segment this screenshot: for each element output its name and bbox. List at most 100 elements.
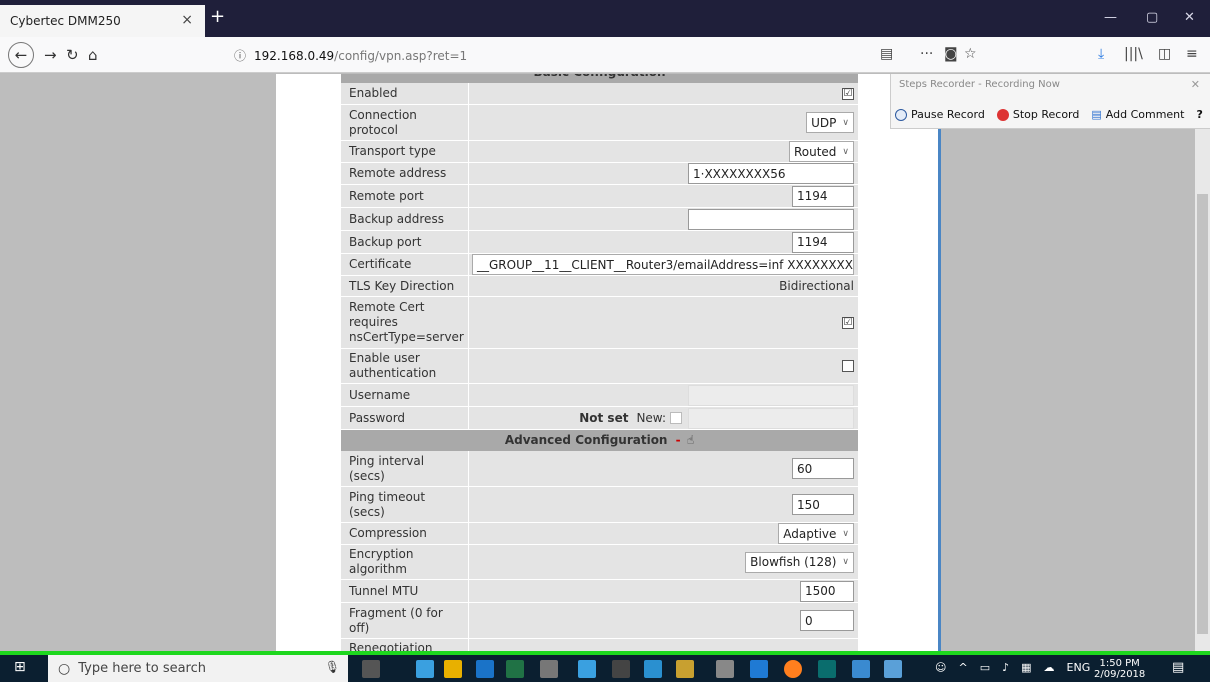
- steps-recorder-window: Steps Recorder - Recording Now ✕ Pause R…: [890, 74, 1210, 129]
- close-window-button[interactable]: ✕: [1184, 10, 1195, 25]
- row-password: Password Not set New:: [341, 407, 858, 430]
- address-bar[interactable]: ⓘ 192.168.0.49/config/vpn.asp?ret=1: [228, 42, 873, 69]
- remote-address-label: Remote address: [341, 163, 469, 184]
- calculator-icon[interactable]: [612, 660, 630, 678]
- chevron-down-icon: ∨: [842, 557, 849, 567]
- home-icon[interactable]: ⌂: [88, 46, 98, 64]
- backup-port-label: Backup port: [341, 231, 469, 253]
- windows-taskbar: ⊞ ○ Type here to search 🎙 ☺ ^ ▭ ♪ ▦ ☁ EN…: [0, 655, 1210, 682]
- sidebar-icon[interactable]: ◫: [1158, 46, 1171, 62]
- fragment-input[interactable]: 0: [800, 610, 854, 631]
- advanced-toggle[interactable]: -: [676, 433, 681, 447]
- new-tab-button[interactable]: +: [210, 6, 225, 27]
- people-icon[interactable]: ☺: [935, 661, 946, 674]
- transport-select[interactable]: Routed ∨: [788, 141, 854, 162]
- row-backup-address: Backup address: [341, 208, 858, 231]
- volume-icon[interactable]: ♪: [1002, 661, 1009, 674]
- system-clock[interactable]: 1:50 PM 2/09/2018: [1094, 658, 1145, 680]
- chevron-down-icon: ∨: [842, 528, 849, 539]
- user-auth-checkbox[interactable]: [842, 360, 854, 372]
- stop-record-button[interactable]: Stop Record: [996, 108, 1079, 121]
- menu-icon[interactable]: ≡: [1186, 46, 1198, 62]
- language-indicator[interactable]: ENG: [1067, 661, 1091, 674]
- row-remote-cert: Remote Cert requires nsCertType=server ☑: [341, 297, 858, 349]
- info-icon[interactable]: ⓘ: [234, 47, 246, 64]
- forward-icon[interactable]: →: [44, 46, 57, 64]
- add-comment-button[interactable]: ▤ Add Comment: [1091, 108, 1184, 121]
- compression-label: Compression: [341, 523, 469, 544]
- protocol-select[interactable]: UDP ∨: [806, 112, 854, 133]
- skype-icon[interactable]: [578, 660, 596, 678]
- app-icon[interactable]: [644, 660, 662, 678]
- clock-time: 1:50 PM: [1099, 658, 1140, 669]
- ping-interval-input[interactable]: 60: [792, 458, 854, 479]
- fragment-label: Fragment (0 for off): [341, 603, 469, 638]
- steps-recorder-title: Steps Recorder - Recording Now: [899, 79, 1060, 90]
- enabled-checkbox[interactable]: ☑: [842, 87, 854, 100]
- windows-start-icon[interactable]: ⊞: [14, 659, 26, 675]
- onedrive-icon[interactable]: ☁: [1044, 661, 1055, 674]
- app-icon[interactable]: [676, 660, 694, 678]
- chevron-up-icon[interactable]: ^: [958, 661, 967, 674]
- url-host: 192.168.0.49: [254, 48, 335, 63]
- row-remote-port: Remote port 1194: [341, 185, 858, 208]
- steps-close-icon[interactable]: ✕: [1191, 78, 1200, 91]
- mtu-input[interactable]: 1500: [800, 580, 854, 602]
- page-actions-icon[interactable]: ···: [920, 46, 933, 62]
- download-icon[interactable]: ⤓: [1098, 46, 1104, 62]
- stop-icon: [996, 108, 1009, 121]
- file-explorer-icon[interactable]: [444, 660, 462, 678]
- maximize-button[interactable]: ▢: [1146, 10, 1158, 25]
- excel-icon[interactable]: [506, 660, 524, 678]
- basic-config-heading: Basic Configuration: [341, 74, 858, 83]
- app-icon[interactable]: [884, 660, 902, 678]
- pocket-icon[interactable]: ◙: [944, 46, 958, 62]
- microphone-icon[interactable]: 🎙: [325, 660, 340, 674]
- outlook-icon[interactable]: [476, 660, 494, 678]
- ping-timeout-input[interactable]: 150: [792, 494, 854, 515]
- remote-port-label: Remote port: [341, 185, 469, 207]
- search-placeholder: Type here to search: [78, 661, 207, 676]
- row-username: Username: [341, 384, 858, 407]
- pause-record-button[interactable]: Pause Record: [895, 108, 985, 121]
- password-new-checkbox[interactable]: [670, 412, 682, 424]
- reader-view-icon[interactable]: ▤: [880, 46, 893, 62]
- battery-icon[interactable]: ▭: [980, 661, 990, 674]
- remote-port-input[interactable]: 1194: [792, 185, 854, 207]
- cortana-icon: ○: [58, 660, 71, 677]
- certificate-select[interactable]: __GROUP__11__CLIENT__Router3/emailAddres…: [472, 254, 854, 275]
- library-icon[interactable]: |||\: [1124, 46, 1143, 62]
- back-button[interactable]: ←: [8, 42, 34, 68]
- task-view-icon[interactable]: [362, 660, 380, 678]
- bookmark-star-icon[interactable]: ☆: [964, 46, 977, 62]
- remote-cert-checkbox[interactable]: ☑: [842, 316, 854, 329]
- firefox-icon[interactable]: [784, 660, 802, 678]
- remote-address-input[interactable]: 1·XXXXXXXX56: [688, 163, 854, 184]
- minimize-button[interactable]: —: [1104, 10, 1117, 25]
- tab-title: Cybertec DMM250: [10, 14, 121, 28]
- app-icon[interactable]: [540, 660, 558, 678]
- taskbar-search-box[interactable]: ○ Type here to search 🎙: [48, 655, 348, 682]
- help-icon[interactable]: ?: [1196, 108, 1202, 121]
- app-icon[interactable]: [716, 660, 734, 678]
- ping-interval-label: Ping interval (secs): [341, 451, 469, 486]
- scrollbar-thumb[interactable]: [1197, 194, 1208, 634]
- compression-select[interactable]: Adaptive ∨: [778, 523, 854, 544]
- reload-icon[interactable]: ↻: [66, 46, 79, 64]
- app-icon[interactable]: [852, 660, 870, 678]
- password-status: Not set: [579, 411, 629, 425]
- backup-port-input[interactable]: 1194: [792, 231, 854, 253]
- tab-close-icon[interactable]: ×: [181, 12, 193, 28]
- edge-icon[interactable]: [750, 660, 768, 678]
- tls-value: Bidirectional: [779, 279, 854, 293]
- encryption-select[interactable]: Blowfish (128) ∨: [745, 551, 854, 573]
- page-scrollbar[interactable]: [1195, 74, 1210, 651]
- app-icon[interactable]: [416, 660, 434, 678]
- network-icon[interactable]: ▦: [1021, 661, 1031, 674]
- advanced-config-heading[interactable]: Advanced Configuration - ☝: [341, 430, 858, 451]
- project-icon[interactable]: [818, 660, 836, 678]
- browser-tab[interactable]: Cybertec DMM250 ×: [0, 5, 205, 37]
- backup-address-input[interactable]: [688, 208, 854, 230]
- password-label: Password: [341, 407, 469, 429]
- notifications-icon[interactable]: ▤: [1172, 660, 1184, 675]
